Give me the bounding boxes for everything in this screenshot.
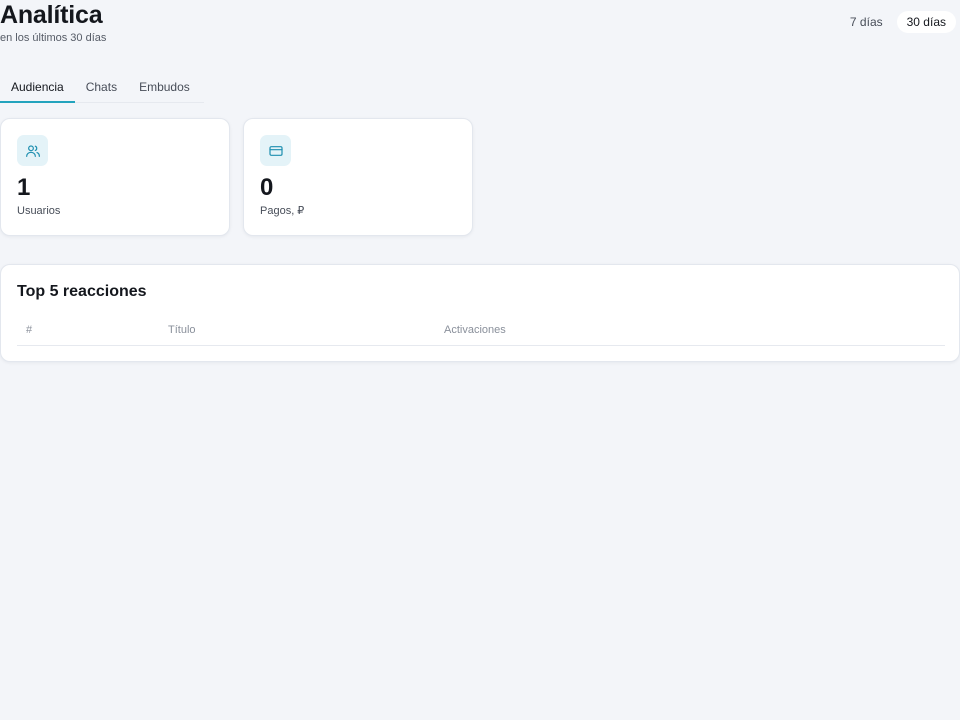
range-30-days-button[interactable]: 30 días <box>896 11 956 33</box>
top-reactions-title: Top 5 reacciones <box>17 283 147 300</box>
range-7-days-button[interactable]: 7 días <box>840 11 893 33</box>
payments-label: Pagos, ₽ <box>260 205 305 217</box>
analytics-page: Analítica en los últimos 30 días 7 días … <box>0 0 960 720</box>
payments-stat-card: 0 Pagos, ₽ <box>243 118 473 236</box>
users-label: Usuarios <box>17 205 61 217</box>
reactions-table-header: # Título Activaciones <box>17 319 945 346</box>
tab-audiencia[interactable]: Audiencia <box>0 74 75 103</box>
page-subtitle: en los últimos 30 días <box>0 32 107 44</box>
payments-count: 0 <box>260 174 274 201</box>
users-count: 1 <box>17 174 31 201</box>
credit-card-icon <box>260 135 291 166</box>
column-header-title: Título <box>168 324 196 336</box>
tab-embudos[interactable]: Embudos <box>128 74 201 102</box>
page-header: Analítica en los últimos 30 días 7 días … <box>0 0 960 50</box>
top-reactions-card: Top 5 reacciones # Título Activaciones <box>0 264 960 362</box>
page-title: Analítica <box>0 1 103 29</box>
date-range-toggle: 7 días 30 días <box>840 11 956 33</box>
users-icon <box>17 135 48 166</box>
column-header-number: # <box>26 324 33 336</box>
users-stat-card: 1 Usuarios <box>0 118 230 236</box>
column-header-activations: Activaciones <box>444 324 506 336</box>
tab-chats[interactable]: Chats <box>75 74 128 102</box>
analytics-tabs: Audiencia Chats Embudos <box>0 74 204 103</box>
